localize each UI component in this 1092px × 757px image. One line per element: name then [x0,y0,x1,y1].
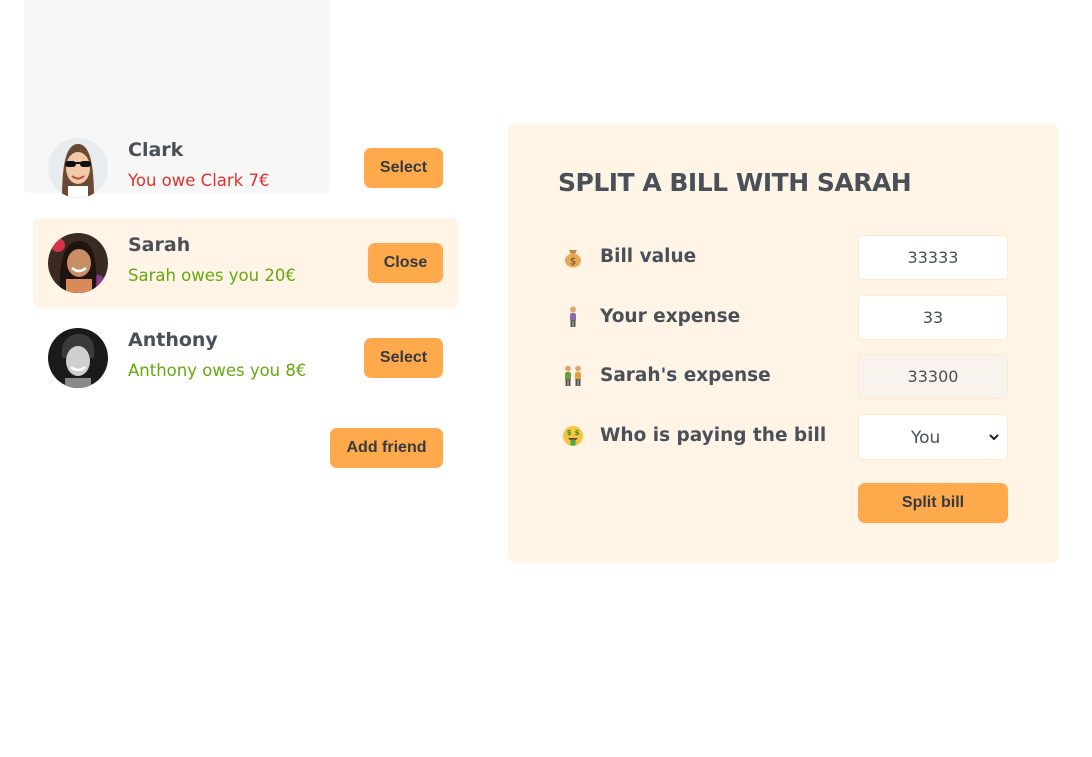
close-button-sarah[interactable]: Close [368,243,443,283]
payer-select-value: You [911,428,941,448]
money-bag-icon: $ [562,246,584,268]
friend-item-clark: Clark You owe Clark 7€ Select [33,123,458,213]
friend-expense-row: Sarah's expense [558,354,1008,400]
svg-text:$: $ [570,257,576,268]
friend-balance: Anthony owes you 8€ [128,361,307,380]
friend-name: Sarah [128,234,191,256]
person-icon [562,306,584,328]
svg-text:$: $ [575,429,580,437]
select-button-clark[interactable]: Select [364,148,443,188]
bill-value-label: Bill value [600,246,697,267]
split-bill-button[interactable]: Split bill [858,483,1008,523]
chevron-down-icon [987,429,1001,443]
your-expense-input[interactable] [858,295,1008,340]
friend-expense-input [858,354,1008,399]
svg-text:$: $ [567,429,572,437]
split-bill-form: SPLIT A BILL WITH SARAH $ Bill value You… [508,123,1058,563]
bill-value-input[interactable] [858,235,1008,280]
avatar-anthony [48,328,108,388]
your-expense-label: Your expense [600,306,741,327]
friend-balance: Sarah owes you 20€ [128,266,296,285]
bill-value-row: $ Bill value [558,235,1008,281]
avatar-clark [48,138,108,198]
friend-item-sarah: Sarah Sarah owes you 20€ Close [33,218,458,308]
avatar-sarah [48,233,108,293]
money-face-icon: $ $ [562,425,584,447]
form-title: SPLIT A BILL WITH SARAH [558,168,912,197]
select-button-anthony[interactable]: Select [364,338,443,378]
friend-name: Anthony [128,329,218,351]
payer-row: $ $ Who is paying the bill You [558,414,1008,460]
payer-select[interactable]: You [858,414,1008,460]
your-expense-row: Your expense [558,295,1008,341]
friend-item-anthony: Anthony Anthony owes you 8€ Select [33,313,458,403]
add-friend-button[interactable]: Add friend [330,428,443,468]
friend-expense-label: Sarah's expense [600,365,771,386]
friend-name: Clark [128,139,184,161]
two-people-icon [562,365,584,387]
payer-label: Who is paying the bill [600,425,827,446]
friend-balance: You owe Clark 7€ [128,171,270,190]
